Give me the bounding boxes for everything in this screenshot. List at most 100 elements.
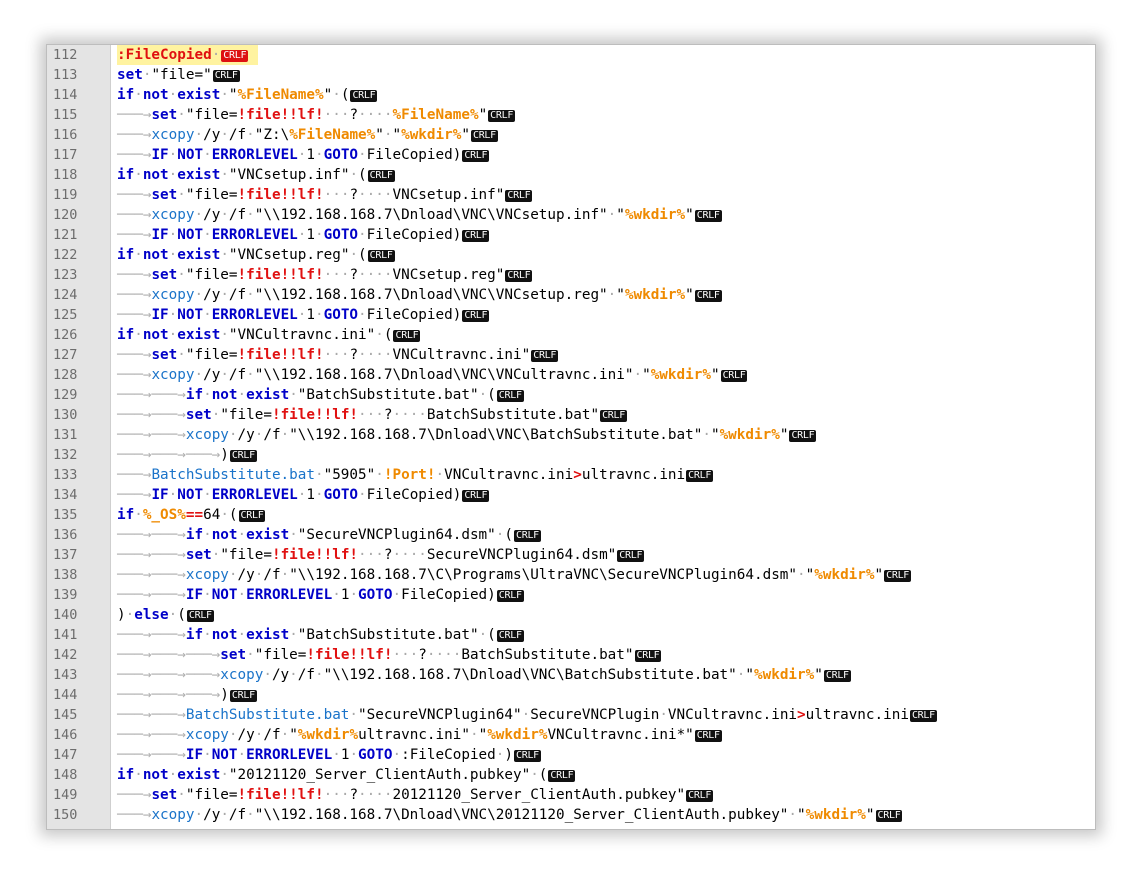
line-text[interactable]: if·not·exist·"VNCultravnc.ini"·(CRLF: [117, 325, 421, 345]
code-line[interactable]: 141 ───→───→if·not·exist·"BatchSubstitute…: [47, 625, 1095, 645]
line-text[interactable]: ───→xcopy·/y·/f·"\\192.168.168.7\Dnload\…: [117, 285, 722, 305]
code-line[interactable]: 125 ───→IF·NOT·ERRORLEVEL·1·GOTO·FileCopi…: [47, 305, 1095, 325]
line-text[interactable]: ───→xcopy·/y·/f·"Z:\%FileName%"·"%wkdir%…: [117, 125, 498, 145]
line-text[interactable]: ───→set·"file=!file!!lf!···?····20121120…: [117, 785, 714, 805]
code-line[interactable]: 124 ───→xcopy·/y·/f·"\\192.168.168.7\Dnlo…: [47, 285, 1095, 305]
code-editor[interactable]: 112:FileCopied· CRLF 113 set·"file=" CRLF 114…: [46, 44, 1096, 830]
code-line[interactable]: 136 ───→───→if·not·exist·"SecureVNCPlugin…: [47, 525, 1095, 545]
eol-lf: LF: [561, 770, 574, 781]
line-text[interactable]: ───→───→BatchSubstitute.bat·"SecureVNCPl…: [117, 705, 937, 725]
line-text[interactable]: ───→set·"file=!file!!lf!···?····%FileNam…: [117, 105, 516, 125]
line-text[interactable]: ───→BatchSubstitute.bat·"5905"·!Port!·VN…: [117, 465, 714, 485]
code-line[interactable]: 128 ───→xcopy·/y·/f·"\\192.168.168.7\Dnlo…: [47, 365, 1095, 385]
code-line[interactable]: 116 ───→xcopy·/y·/f·"Z:\%FileName%"·"%wkd…: [47, 125, 1095, 145]
line-text[interactable]: ───→───→if·not·exist·"SecureVNCPlugin64.…: [117, 525, 541, 545]
code-line[interactable]: 127 ───→set·"file=!file!!lf!···?····VNCul…: [47, 345, 1095, 365]
eol-cr: CR: [498, 590, 511, 601]
code-line[interactable]: 118 if·not·exist·"VNCsetup.inf"·(CRLF: [47, 165, 1095, 185]
eol-cr: CR: [507, 190, 519, 201]
code-line[interactable]: 126 if·not·exist·"VNCultravnc.ini"·(CRLF: [47, 325, 1095, 345]
line-text[interactable]: set·"file=" CRLF: [117, 65, 240, 85]
line-number: 117: [53, 147, 78, 163]
code-line[interactable]: 112:FileCopied· CRLF: [47, 45, 1095, 65]
code-line[interactable]: 134 ───→IF·NOT·ERRORLEVEL·1·GOTO·FileCopi…: [47, 485, 1095, 505]
line-text[interactable]: if·not·exist·"20121120_Server_ClientAuth…: [117, 765, 576, 785]
line-text[interactable]: ───→xcopy·/y·/f·"\\192.168.168.7\Dnload\…: [117, 365, 748, 385]
eol-lf: LF: [243, 690, 255, 701]
code-line[interactable]: 114 if·not·exist·"%FileName%"·(CRLF: [47, 85, 1095, 105]
line-text[interactable]: ───→───→set·"file=!file!!lf!···?····Batc…: [117, 405, 627, 425]
line-number: 126: [53, 327, 78, 343]
line-text[interactable]: ───→IF·NOT·ERRORLEVEL·1·GOTO·FileCopied)…: [117, 485, 490, 505]
code-line[interactable]: 148 if·not·exist·"20121120_Server_ClientA…: [47, 765, 1095, 785]
line-text[interactable]: ───→───→xcopy·/y·/f·"\\192.168.168.7\C\P…: [117, 565, 912, 585]
line-text[interactable]: ───→IF·NOT·ERRORLEVEL·1·GOTO·FileCopied)…: [117, 225, 490, 245]
eol-lf: LF: [923, 710, 935, 721]
line-text[interactable]: :FileCopied· CRLF: [117, 45, 259, 65]
eol-cr: CR: [636, 650, 649, 661]
line-number: 114: [53, 87, 78, 103]
line-text[interactable]: ───→xcopy·/y·/f·"\\192.168.168.7\Dnload\…: [117, 205, 722, 225]
code-line[interactable]: 147 ───→───→IF·NOT·ERRORLEVEL·1·GOTO·:Fil…: [47, 745, 1095, 765]
line-text[interactable]: if·not·exist·"VNCsetup.reg"·(CRLF: [117, 245, 395, 265]
code-line[interactable]: 143 ───→───→───→xcopy·/y·/f·"\\192.168.16…: [47, 665, 1095, 685]
eol-lf: LF: [630, 550, 643, 561]
code-line[interactable]: 115 ───→set·"file=!file!!lf!···?····%File…: [47, 105, 1095, 125]
line-text[interactable]: ───→───→IF·NOT·ERRORLEVEL·1·GOTO·FileCop…: [117, 585, 524, 605]
code-line[interactable]: 120 ───→xcopy·/y·/f·"\\192.168.168.7\Dnlo…: [47, 205, 1095, 225]
code-line[interactable]: 140)·else·(CRLF: [47, 605, 1095, 625]
line-text[interactable]: ───→───→───→) CRLF: [117, 445, 257, 465]
code-line[interactable]: 138 ───→───→xcopy·/y·/f·"\\192.168.168.7\…: [47, 565, 1095, 585]
code-line[interactable]: 137 ───→───→set·"file=!file!!lf!···?····S…: [47, 545, 1095, 565]
code-line[interactable]: 121 ───→IF·NOT·ERRORLEVEL·1·GOTO·FileCopi…: [47, 225, 1095, 245]
line-text[interactable]: ───→set·"file=!file!!lf!···?····VNCsetup…: [117, 265, 533, 285]
line-text[interactable]: if·not·exist·"VNCsetup.inf"·(CRLF: [117, 165, 395, 185]
line-text[interactable]: ───→set·"file=!file!!lf!···?····VNCsetup…: [117, 185, 533, 205]
eol-lf: LF: [510, 590, 522, 601]
line-text[interactable]: ───→set·"file=!file!!lf!···?····VNCultra…: [117, 345, 559, 365]
code-line[interactable]: 132 ───→───→───→) CRLF: [47, 445, 1095, 465]
code-line[interactable]: 133 ───→BatchSubstitute.bat·"5905"·!Port!…: [47, 465, 1095, 485]
line-text[interactable]: ───→───→set·"file=!file!!lf!···?····Secu…: [117, 545, 645, 565]
line-text[interactable]: )·else·(CRLF: [117, 605, 214, 625]
code-line[interactable]: 135 if·%_OS%==64·(CRLF: [47, 505, 1095, 525]
code-line[interactable]: 122 if·not·exist·"VNCsetup.reg"·(CRLF: [47, 245, 1095, 265]
line-text[interactable]: ───→───→───→set·"file=!file!!lf!···?····…: [117, 645, 662, 665]
line-number: 124: [53, 287, 78, 303]
code-line[interactable]: 130 ───→───→set·"file=!file!!lf!···?····B…: [47, 405, 1095, 425]
code-line[interactable]: 119 ───→set·"file=!file!!lf!···?····VNCse…: [47, 185, 1095, 205]
line-number: 116: [53, 127, 78, 143]
code-line[interactable]: 145 ───→───→BatchSubstitute.bat·"SecureVN…: [47, 705, 1095, 725]
code-line[interactable]: 139 ───→───→IF·NOT·ERRORLEVEL·1·GOTO·File…: [47, 585, 1095, 605]
code-line[interactable]: 142 ───→───→───→set·"file=!file!!lf!···?·…: [47, 645, 1095, 665]
eol-cr: CR: [696, 210, 709, 221]
eol-marker-icon: CRLF: [238, 510, 266, 522]
code-line[interactable]: 129 ───→───→if·not·exist·"BatchSubstitute…: [47, 385, 1095, 405]
line-text[interactable]: if·not·exist·"%FileName%"·(CRLF: [117, 85, 378, 105]
code-line[interactable]: 150 ───→xcopy·/y·/f·"\\192.168.168.7\Dnlo…: [47, 805, 1095, 825]
code-line[interactable]: 149 ───→set·"file=!file!!lf!···?····20121…: [47, 785, 1095, 805]
line-text[interactable]: ───→xcopy·/y·/f·"\\192.168.168.7\Dnload\…: [117, 805, 903, 825]
code-line[interactable]: 144 ───→───→───→) CRLF: [47, 685, 1095, 705]
line-text[interactable]: ───→───→───→) CRLF: [117, 685, 257, 705]
code-line[interactable]: 123 ───→set·"file=!file!!lf!···?····VNCse…: [47, 265, 1095, 285]
line-text[interactable]: ───→───→IF·NOT·ERRORLEVEL·1·GOTO·:FileCo…: [117, 745, 541, 765]
code-line[interactable]: 117 ───→IF·NOT·ERRORLEVEL·1·GOTO·FileCopi…: [47, 145, 1095, 165]
line-text[interactable]: ───→IF·NOT·ERRORLEVEL·1·GOTO·FileCopied)…: [117, 145, 490, 165]
line-text[interactable]: if·%_OS%==64·(CRLF: [117, 505, 266, 525]
line-text[interactable]: ───→───→if·not·exist·"BatchSubstitute.ba…: [117, 625, 524, 645]
code-line[interactable]: 146 ───→───→xcopy·/y·/f·"%wkdir%ultravnc.…: [47, 725, 1095, 745]
line-text[interactable]: ───→───→───→xcopy·/y·/f·"\\192.168.168.7…: [117, 665, 851, 685]
code-lines[interactable]: 112:FileCopied· CRLF 113 set·"file=" CRLF 114…: [47, 45, 1095, 825]
eol-marker-icon: CRLF: [694, 730, 722, 742]
eol-marker-icon: CRLF: [884, 570, 912, 582]
line-text[interactable]: ───→───→xcopy·/y·/f·"\\192.168.168.7\Dnl…: [117, 425, 817, 445]
line-text[interactable]: ───→───→if·not·exist·"BatchSubstitute.ba…: [117, 385, 524, 405]
line-text[interactable]: ───→───→xcopy·/y·/f·"%wkdir%ultravnc.ini…: [117, 725, 722, 745]
line-text[interactable]: ───→IF·NOT·ERRORLEVEL·1·GOTO·FileCopied)…: [117, 305, 490, 325]
eol-lf: LF: [475, 230, 488, 241]
eol-lf: LF: [475, 310, 488, 321]
eol-cr: CR: [619, 550, 631, 561]
code-line[interactable]: 113 set·"file=" CRLF: [47, 65, 1095, 85]
code-line[interactable]: 131 ───→───→xcopy·/y·/f·"\\192.168.168.7\…: [47, 425, 1095, 445]
